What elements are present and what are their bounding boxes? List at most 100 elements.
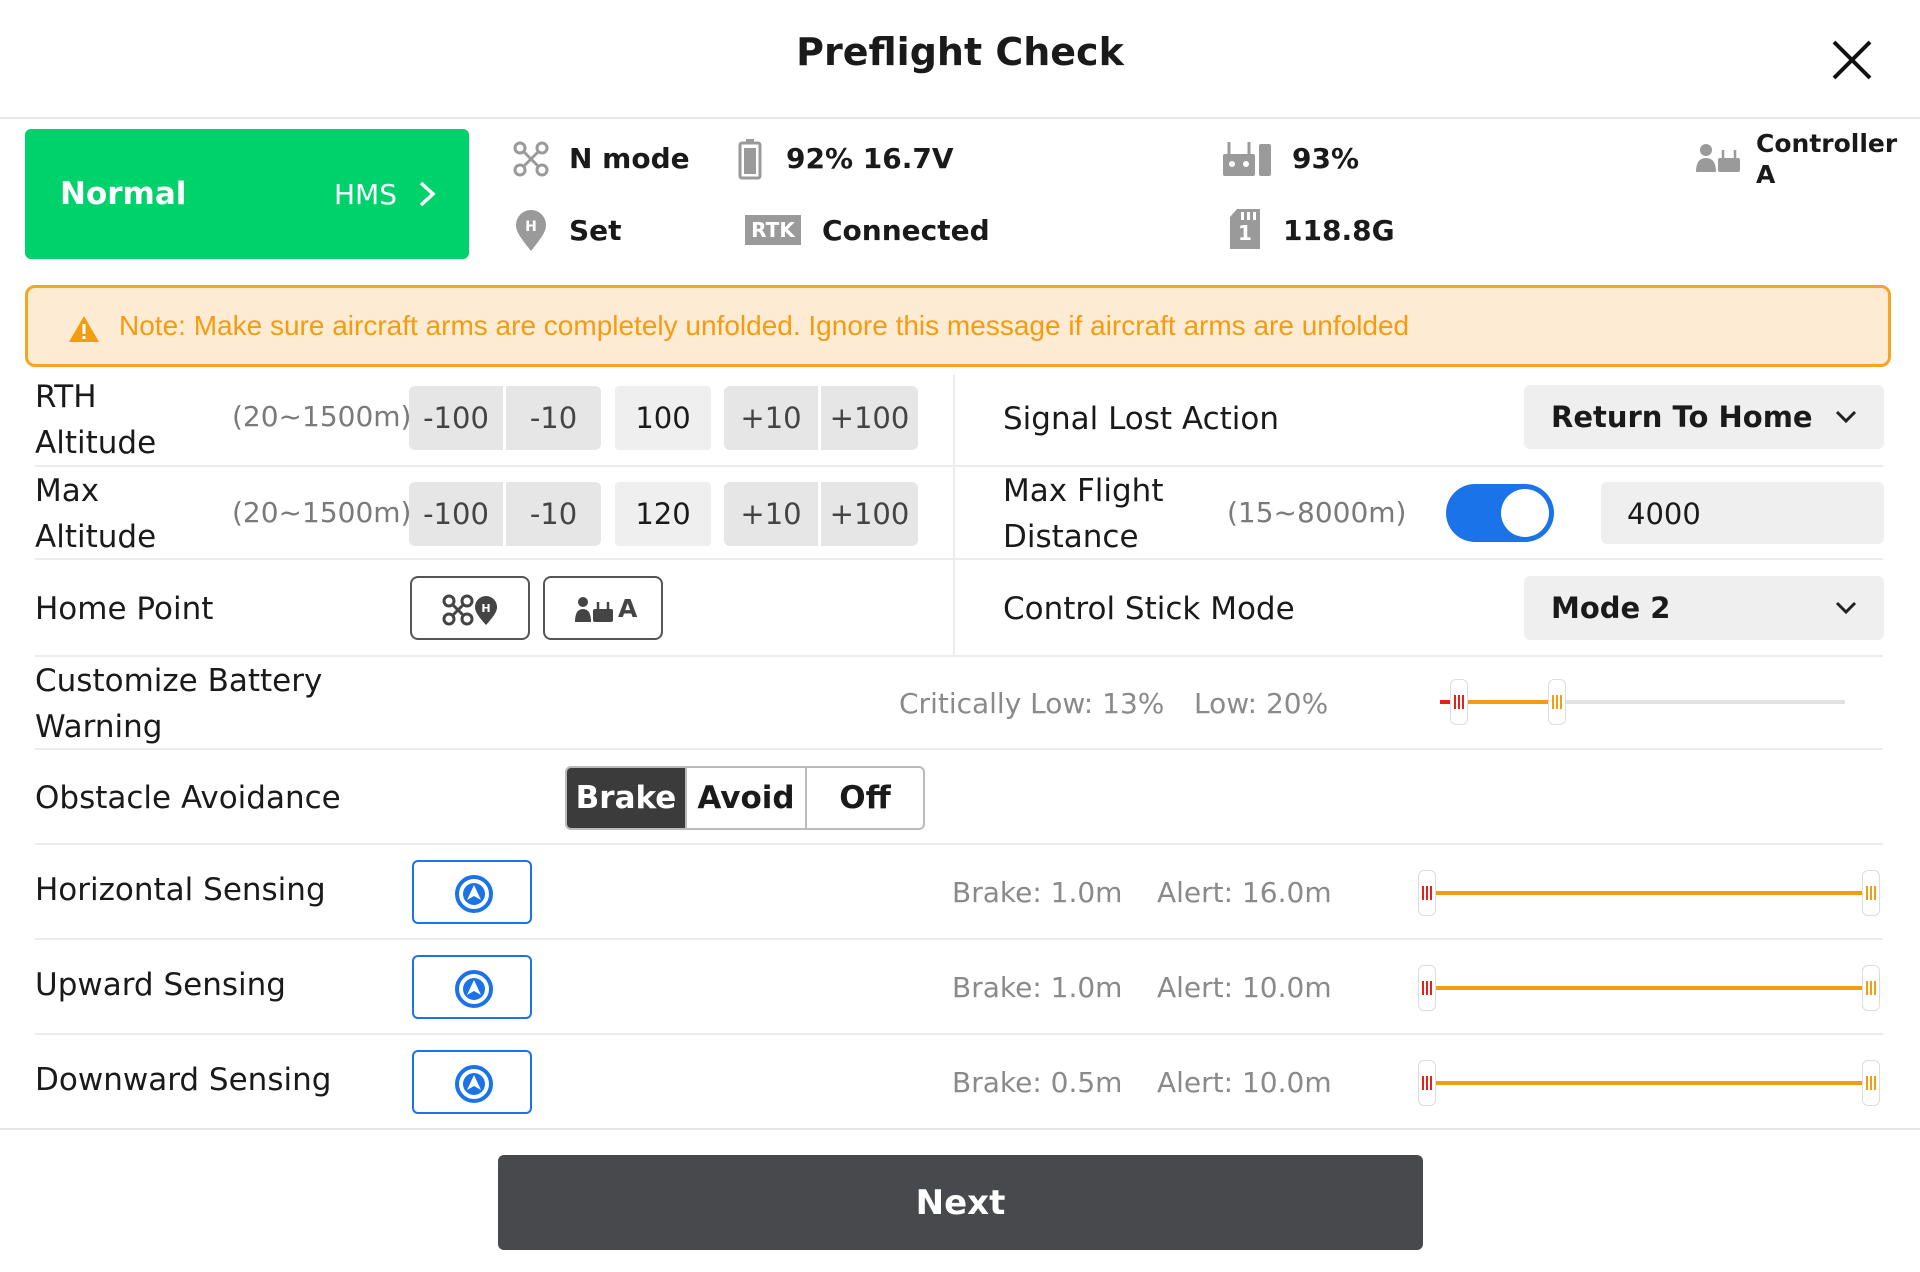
signal-lost-dropdown[interactable]: Return To Home: [1524, 385, 1884, 449]
max-distance-range: (15~8000m): [1227, 496, 1407, 529]
max-distance-value: 4000: [1627, 497, 1701, 531]
max-distance-label-line2: Distance: [1003, 519, 1139, 555]
slider-low-fill: [1460, 700, 1558, 704]
controller-battery: 93%: [1292, 142, 1360, 175]
max-distance-label: Max Flight Distance: [1003, 468, 1163, 560]
max-altitude-label-line2: Altitude: [35, 519, 157, 555]
close-icon[interactable]: [1828, 36, 1876, 84]
row-divider: [35, 465, 953, 467]
svg-text:H: H: [525, 219, 537, 235]
chevron-down-icon: [1835, 601, 1857, 615]
rth-plus-10-button[interactable]: +10: [724, 386, 818, 450]
critical-low-handle[interactable]: [1450, 679, 1468, 725]
battery-icon: [738, 139, 762, 180]
signal-lost-label: Signal Lost Action: [1003, 401, 1280, 437]
max-alt-plus-100-button[interactable]: +100: [821, 482, 918, 546]
max-altitude-value[interactable]: 120: [615, 482, 711, 546]
rth-altitude-label: RTH Altitude: [35, 374, 156, 466]
home-point-icon: H: [516, 210, 546, 251]
radar-icon: [455, 970, 493, 1008]
row-divider: [35, 655, 1883, 657]
brake-handle[interactable]: [1418, 1060, 1436, 1106]
rth-minus-10-button[interactable]: -10: [506, 386, 601, 450]
rth-altitude-value[interactable]: 100: [615, 386, 711, 450]
hms-label: HMS: [334, 178, 397, 211]
low-handle[interactable]: [1548, 679, 1566, 725]
brake-handle[interactable]: [1418, 965, 1436, 1011]
upward-sensing-row: Upward Sensing Brake: 1.0m Alert: 10.0m: [0, 938, 1920, 1033]
downward-alert-distance: Alert: 10.0m: [1157, 1066, 1332, 1099]
svg-text:H: H: [481, 602, 490, 615]
chevron-right-icon: [419, 181, 436, 207]
alert-handle[interactable]: [1862, 1060, 1880, 1106]
flight-mode: N mode: [569, 142, 690, 175]
brake-handle[interactable]: [1418, 870, 1436, 916]
controller-a-icon: [1696, 144, 1740, 172]
max-altitude-label-line1: Max: [35, 473, 100, 509]
upward-sensing-slider[interactable]: [1418, 964, 1882, 1012]
battery-warning-slider[interactable]: [1440, 678, 1845, 726]
storage-remaining: 118.8G: [1283, 214, 1395, 247]
battery-status: 92% 16.7V: [786, 142, 954, 175]
upward-sensing-label: Upward Sensing: [35, 967, 286, 1003]
controller-home-letter: A: [618, 594, 638, 623]
rth-altitude-label-line2: Altitude: [35, 425, 157, 461]
battery-warning-label-line1: Customize Battery: [35, 663, 323, 699]
rth-altitude-range: (20~1500m): [232, 400, 412, 433]
stick-mode-label: Control Stick Mode: [1003, 591, 1295, 627]
toggle-knob: [1501, 489, 1549, 537]
slider-track: [1436, 1081, 1864, 1085]
max-distance-label-line1: Max Flight: [1003, 473, 1164, 509]
off-option[interactable]: Off: [805, 768, 923, 828]
horizontal-brake-distance: Brake: 1.0m: [952, 876, 1123, 909]
downward-sensing-label: Downward Sensing: [35, 1062, 332, 1098]
stick-mode-value: Mode 2: [1551, 591, 1671, 625]
max-altitude-label: Max Altitude: [35, 468, 156, 560]
rtk-status: Connected: [822, 214, 990, 247]
max-alt-minus-100-button[interactable]: -100: [409, 482, 503, 546]
critical-low-label: Critically Low: 13%: [899, 687, 1165, 720]
max-distance-input[interactable]: 4000: [1601, 482, 1884, 544]
radar-icon: [455, 1065, 493, 1103]
row-divider: [35, 748, 1883, 750]
stick-mode-dropdown[interactable]: Mode 2: [1524, 576, 1884, 640]
set-home-controller-button[interactable]: A: [543, 576, 663, 640]
max-alt-minus-10-button[interactable]: -10: [506, 482, 601, 546]
signal-lost-value: Return To Home: [1551, 400, 1813, 434]
upward-brake-distance: Brake: 1.0m: [952, 971, 1123, 1004]
set-home-aircraft-button[interactable]: H: [410, 576, 530, 640]
alert-handle[interactable]: [1862, 965, 1880, 1011]
avoid-option[interactable]: Avoid: [685, 768, 805, 828]
controller-label: Controller A: [1756, 129, 1898, 189]
aircraft-home-icon: H: [442, 594, 497, 626]
downward-sensing-button[interactable]: [412, 1050, 532, 1114]
sd-card-slot: 1: [1238, 221, 1252, 245]
upward-sensing-button[interactable]: [412, 955, 532, 1019]
next-button[interactable]: Next: [498, 1155, 1423, 1250]
hms-status-button[interactable]: Normal HMS: [25, 129, 469, 259]
rth-plus-100-button[interactable]: +100: [821, 386, 918, 450]
horizontal-sensing-label: Horizontal Sensing: [35, 872, 326, 908]
home-point-status: Set: [569, 214, 622, 247]
rtk-icon: RTK: [745, 215, 801, 245]
slider-track: [1436, 891, 1864, 895]
brake-option[interactable]: Brake: [567, 768, 685, 828]
alert-handle[interactable]: [1862, 870, 1880, 916]
battery-warning-label: Customize Battery Warning: [35, 658, 322, 750]
horizontal-alert-distance: Alert: 16.0m: [1157, 876, 1332, 909]
obstacle-avoidance-segment[interactable]: Brake Avoid Off: [565, 766, 925, 830]
max-distance-toggle[interactable]: [1446, 484, 1554, 542]
horizontal-sensing-button[interactable]: [412, 860, 532, 924]
max-alt-plus-10-button[interactable]: +10: [724, 482, 818, 546]
downward-sensing-slider[interactable]: [1418, 1059, 1882, 1107]
warning-icon: [69, 316, 99, 342]
horizontal-sensing-slider[interactable]: [1418, 869, 1882, 917]
chevron-down-icon: [1835, 410, 1857, 424]
sd-card-icon: 1: [1229, 208, 1261, 250]
header-divider: [0, 117, 1920, 119]
horizontal-sensing-row: Horizontal Sensing Brake: 1.0m Alert: 16…: [0, 843, 1920, 938]
aircraft-icon: [513, 141, 549, 177]
home-point-label: Home Point: [35, 591, 214, 627]
rth-minus-100-button[interactable]: -100: [409, 386, 503, 450]
obstacle-avoidance-label: Obstacle Avoidance: [35, 780, 341, 816]
